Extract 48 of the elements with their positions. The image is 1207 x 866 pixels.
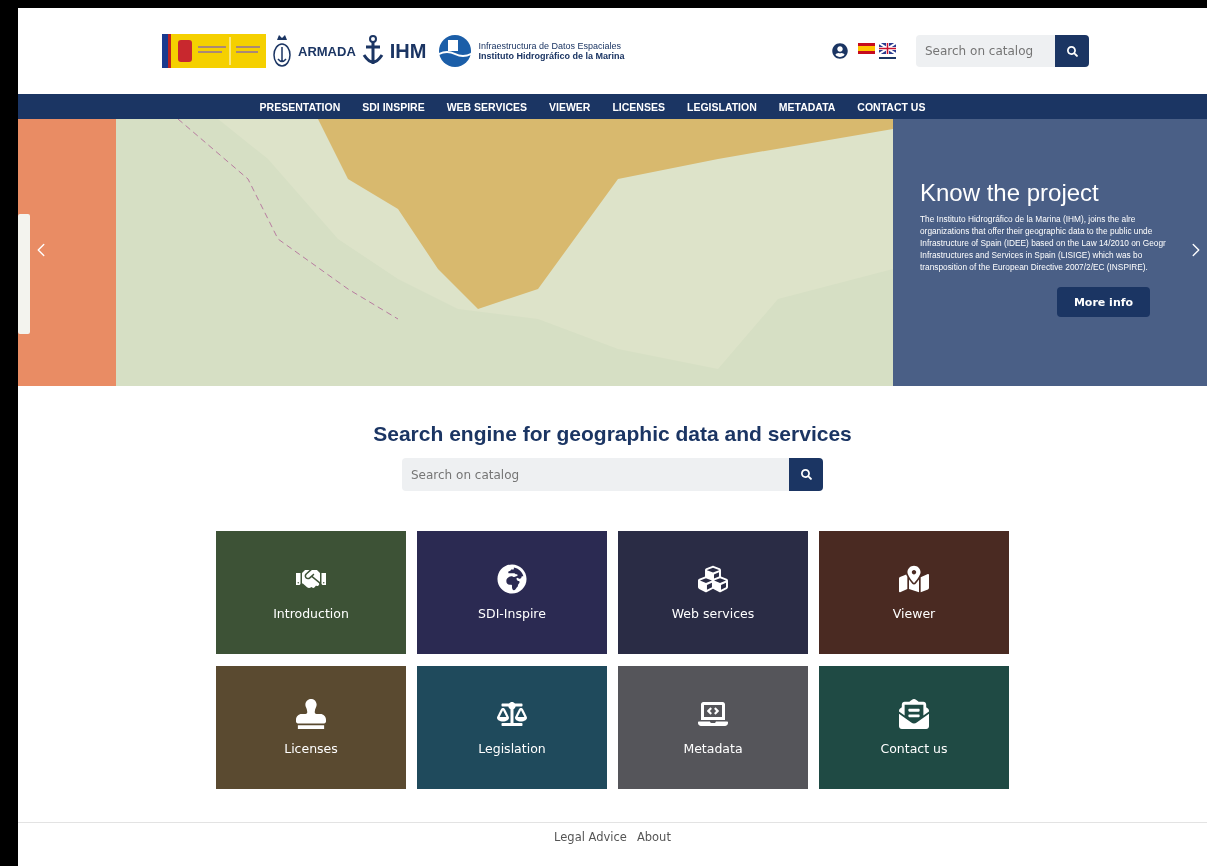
- hero-title: Know the project: [920, 179, 1100, 207]
- logo-title: Instituto Hidrográfico de la Marina: [478, 51, 625, 62]
- nav-link[interactable]: PRESENTATION: [259, 100, 341, 113]
- category-tile[interactable]: Contact us: [819, 666, 1009, 789]
- anchor-icon: [361, 35, 384, 67]
- hero-text: organizations that offer their geographic data to the public unde: [920, 225, 1153, 238]
- catalog-search-field[interactable]: Search on catalog: [916, 35, 1055, 67]
- wave-logo-icon: [438, 34, 473, 68]
- uk-flag-button[interactable]: [879, 43, 896, 59]
- category-tile[interactable]: Metadata: [618, 666, 808, 789]
- category-tile[interactable]: Introduction: [216, 531, 406, 654]
- user-icon[interactable]: [832, 43, 848, 59]
- armada-logo-text: ARMADA: [298, 43, 356, 59]
- search-icon: [800, 469, 812, 480]
- cubes-icon: [698, 564, 728, 594]
- stamp-icon: [296, 699, 326, 729]
- footer-link[interactable]: Legal Advice: [554, 830, 627, 844]
- nav-link[interactable]: LICENSES: [612, 100, 665, 113]
- envelope-icon: [899, 699, 929, 729]
- category-tile[interactable]: Web services: [618, 531, 808, 654]
- laptop-code-icon: [698, 699, 728, 729]
- section-title: Search engine for geographic data and services: [372, 422, 853, 446]
- search-button[interactable]: [789, 458, 823, 491]
- ihm-logo-text: IHM: [389, 39, 427, 63]
- map-pin-icon: [899, 564, 929, 594]
- category-tile[interactable]: Viewer: [819, 531, 1009, 654]
- category-tile[interactable]: Licenses: [216, 666, 406, 789]
- more-info-button[interactable]: More info: [1057, 287, 1150, 318]
- category-tile[interactable]: Legislation: [417, 666, 607, 789]
- search-icon: [1066, 45, 1078, 57]
- footer-link[interactable]: About: [636, 830, 671, 844]
- search-button[interactable]: [1055, 35, 1089, 67]
- nav-link[interactable]: VIEWER: [549, 100, 591, 113]
- hero-text: The Instituto Hidrográfico de la Marina (IHM), joins the alre: [920, 213, 1136, 225]
- hero-text: Infrastructures and Services in Spain (LISIGE) which was bo: [920, 249, 1143, 262]
- hero-text: transposition of the European Directive 2007/2/EC (INSPIRE).: [920, 261, 1148, 274]
- nav-link[interactable]: WEB SERVICES: [446, 100, 528, 113]
- logo-subtitle: Infraestructura de Datos Espaciales: [478, 40, 623, 51]
- nav-link[interactable]: METADATA: [778, 100, 836, 113]
- nav-link[interactable]: CONTACT US: [857, 100, 926, 113]
- catalog-search-field[interactable]: Search on catalog: [402, 458, 789, 491]
- globe-icon: [497, 564, 527, 594]
- category-tile[interactable]: SDI-Inspire: [417, 531, 607, 654]
- hero-text: Infrastructure of Spain (IDEE) based on the Law 14/2010 on Geogr: [920, 237, 1166, 250]
- nav-link[interactable]: LEGISLATION: [686, 100, 757, 113]
- nav-link[interactable]: SDI INSPIRE: [362, 100, 425, 113]
- scales-icon: [497, 699, 527, 729]
- crown-anchor-icon: [272, 34, 292, 68]
